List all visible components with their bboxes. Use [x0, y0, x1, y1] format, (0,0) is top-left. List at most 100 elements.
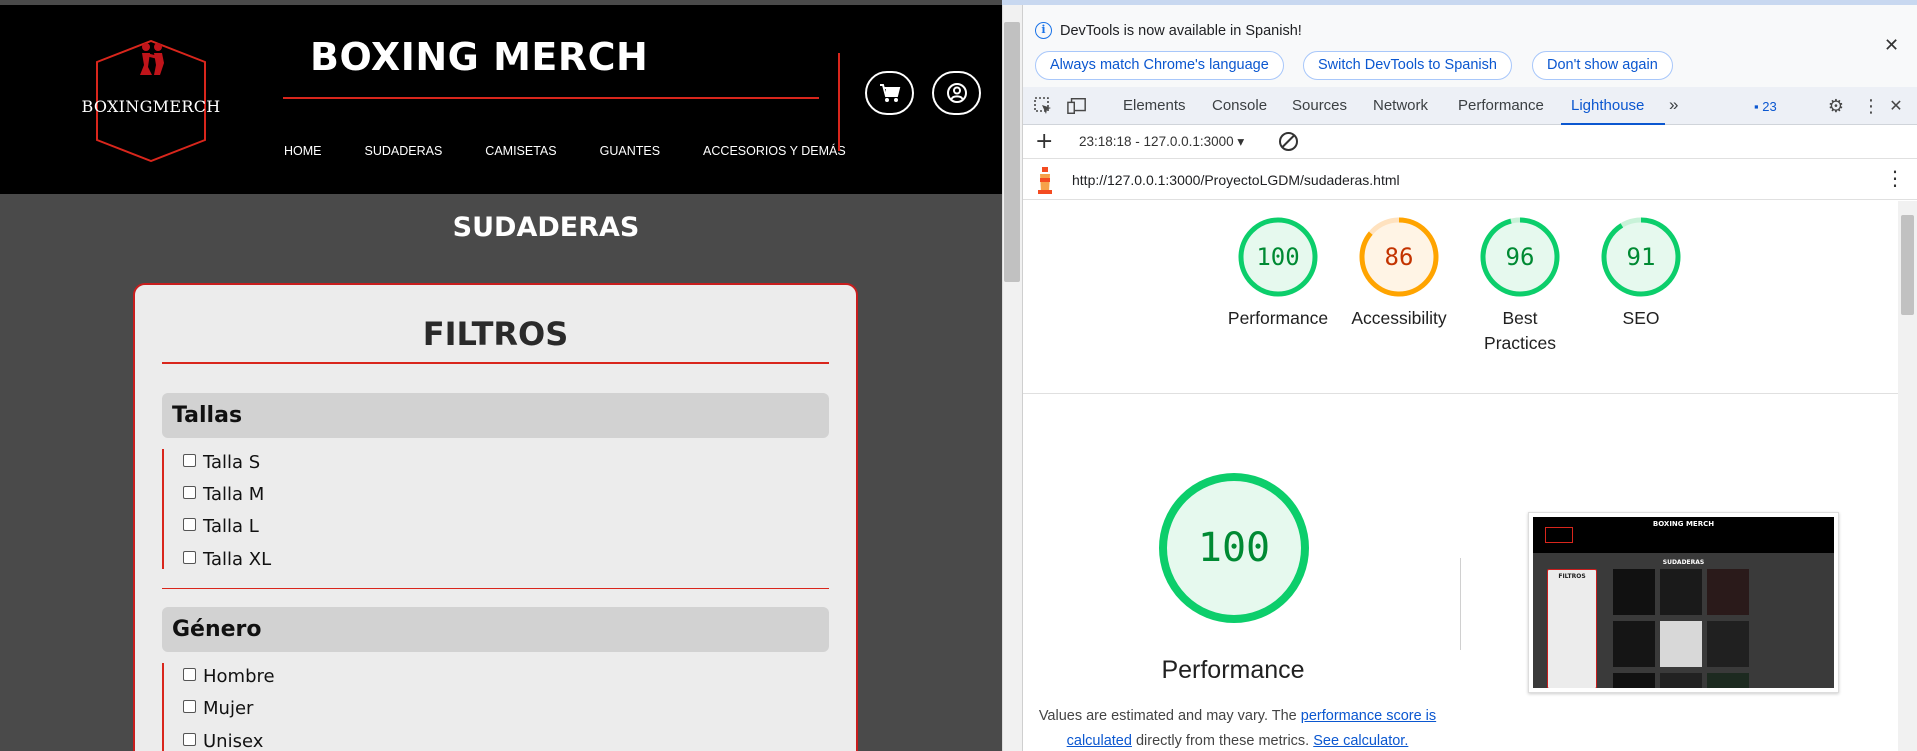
- option-label: Talla S: [203, 452, 261, 473]
- tab-lighthouse[interactable]: Lighthouse: [1571, 97, 1644, 114]
- report-url-bar: http://127.0.0.1:3000/ProyectoLGDM/sudad…: [1023, 160, 1917, 200]
- tab-console[interactable]: Console: [1212, 97, 1267, 114]
- tab-network[interactable]: Network: [1373, 97, 1428, 114]
- main-score-value: 100: [1198, 525, 1270, 571]
- site-scrollbar-thumb[interactable]: [1004, 22, 1020, 282]
- issues-icon: ▪: [1754, 99, 1763, 114]
- switch-to-spanish-button[interactable]: Switch DevTools to Spanish: [1303, 51, 1512, 80]
- gauge-label: Best Practices: [1484, 308, 1556, 353]
- score-ring: 86: [1359, 217, 1439, 297]
- issues-badge[interactable]: ▪ 23: [1754, 99, 1777, 114]
- always-match-language-button[interactable]: Always match Chrome's language: [1035, 51, 1284, 80]
- language-infobar: i DevTools is now available in Spanish! …: [1023, 5, 1917, 87]
- active-tab-indicator: [1561, 123, 1665, 125]
- site-header: BOXINGMERCH BOXING MERCH HOME SUDADERAS …: [0, 5, 1002, 194]
- report-menu-icon[interactable]: ⋮: [1885, 166, 1905, 190]
- score-value: 91: [1627, 243, 1656, 271]
- nav-link-home[interactable]: HOME: [284, 144, 322, 158]
- score-ring: 100: [1238, 217, 1318, 297]
- new-report-plus-icon[interactable]: +: [1035, 129, 1053, 154]
- filter-group-bar: [162, 663, 164, 751]
- gauge-performance[interactable]: 100 Performance: [1218, 216, 1338, 331]
- nav-link-sudaderas[interactable]: SUDADERAS: [365, 144, 443, 158]
- option-label: Talla M: [203, 484, 265, 505]
- devtools-tabbar: Elements Console Sources Network Perform…: [1023, 87, 1917, 125]
- more-options-icon[interactable]: ⋮: [1861, 96, 1881, 117]
- boxers-silhouette-icon: [140, 43, 164, 75]
- thumb-product: [1660, 673, 1702, 688]
- brand-underline: [283, 97, 819, 99]
- filter-group-bar: [162, 449, 164, 569]
- logo-text: BOXINGMERCH: [81, 97, 221, 116]
- filter-option-talla-s[interactable]: Talla S: [183, 452, 260, 473]
- cart-icon: [879, 84, 900, 102]
- checkbox[interactable]: [183, 551, 196, 564]
- report-separator: [1023, 393, 1898, 394]
- close-icon[interactable]: ✕: [1884, 35, 1899, 56]
- filter-option-unisex[interactable]: Unisex: [183, 731, 263, 751]
- thumb-title: BOXING MERCH: [1652, 520, 1715, 528]
- settings-gear-icon[interactable]: ⚙: [1826, 96, 1846, 117]
- thumb-product: [1613, 673, 1655, 688]
- thumb-product: [1707, 673, 1749, 688]
- thumb-heading: SUDADERAS: [1662, 559, 1705, 566]
- thumb-product: [1660, 569, 1702, 615]
- account-button[interactable]: [932, 71, 981, 115]
- checkbox[interactable]: [183, 668, 196, 681]
- main-nav: HOME SUDADERAS CAMISETAS GUANTES ACCESOR…: [284, 144, 889, 158]
- filter-option-hombre[interactable]: Hombre: [183, 666, 275, 687]
- dont-show-again-button[interactable]: Don't show again: [1532, 51, 1673, 80]
- page-screenshot-thumbnail[interactable]: BOXING MERCH SUDADERAS FILTROS: [1528, 512, 1839, 693]
- thumbnail-content: BOXING MERCH SUDADERAS FILTROS: [1533, 517, 1834, 688]
- device-toolbar-icon[interactable]: [1067, 96, 1087, 116]
- option-label: Talla L: [203, 516, 259, 537]
- checkbox[interactable]: [183, 454, 196, 467]
- thumb-filters: FILTROS: [1547, 569, 1597, 688]
- tab-performance[interactable]: Performance: [1458, 97, 1544, 114]
- filter-group-genero-header[interactable]: Género: [162, 607, 829, 652]
- checkbox[interactable]: [183, 486, 196, 499]
- cart-button[interactable]: [865, 71, 914, 115]
- filter-option-talla-l[interactable]: Talla L: [183, 516, 259, 537]
- score-value: 96: [1506, 243, 1535, 271]
- score-value: 86: [1385, 243, 1414, 271]
- estimate-note: Values are estimated and may vary. The p…: [1035, 704, 1440, 751]
- checkbox[interactable]: [183, 733, 196, 746]
- score-value: 100: [1256, 243, 1299, 271]
- infobar-message: DevTools is now available in Spanish!: [1060, 23, 1302, 39]
- filter-option-mujer[interactable]: Mujer: [183, 698, 253, 719]
- thumb-product: [1707, 621, 1749, 667]
- gauge-seo[interactable]: 91 SEO: [1581, 216, 1701, 331]
- tab-sources[interactable]: Sources: [1292, 97, 1347, 114]
- checkbox[interactable]: [183, 700, 196, 713]
- user-icon: [946, 83, 967, 103]
- checkbox[interactable]: [183, 518, 196, 531]
- nav-link-guantes[interactable]: GUANTES: [600, 144, 660, 158]
- filter-option-talla-xl[interactable]: Talla XL: [183, 549, 271, 570]
- report-selector[interactable]: 23:18:18 - 127.0.0.1:3000 ▾: [1079, 134, 1244, 150]
- inspect-element-icon[interactable]: [1033, 96, 1053, 116]
- gauge-accessibility[interactable]: 86 Accessibility: [1339, 216, 1459, 331]
- nav-link-accesorios[interactable]: ACCESORIOS Y DEMÁS: [703, 144, 846, 158]
- gauge-best-practices[interactable]: 96 Best Practices: [1460, 216, 1580, 356]
- tab-elements[interactable]: Elements: [1123, 97, 1186, 114]
- clear-reports-icon[interactable]: [1279, 132, 1298, 151]
- report-url[interactable]: http://127.0.0.1:3000/ProyectoLGDM/sudad…: [1072, 172, 1400, 188]
- header-divider: [838, 53, 840, 151]
- see-calculator-link[interactable]: See calculator.: [1313, 733, 1408, 749]
- filters-panel: FILTROS Tallas Talla S Talla M Talla L T…: [133, 283, 858, 751]
- filter-option-talla-m[interactable]: Talla M: [183, 484, 264, 505]
- thumb-product: [1613, 621, 1655, 667]
- close-devtools-icon[interactable]: ✕: [1886, 96, 1906, 116]
- gauge-label: Performance: [1227, 308, 1329, 328]
- nav-link-camisetas[interactable]: CAMISETAS: [485, 144, 556, 158]
- more-tabs-icon[interactable]: »: [1669, 95, 1678, 115]
- lighthouse-toolbar: + 23:18:18 - 127.0.0.1:3000 ▾: [1023, 126, 1917, 159]
- filter-group-tallas-header[interactable]: Tallas: [162, 393, 829, 438]
- note-text: Values are estimated and may vary. The: [1038, 708, 1301, 724]
- score-ring: 91: [1601, 217, 1681, 297]
- issues-count: 23: [1762, 99, 1777, 114]
- filters-underline: [162, 362, 829, 364]
- option-label: Mujer: [203, 698, 254, 719]
- report-scrollbar-thumb[interactable]: [1901, 215, 1914, 315]
